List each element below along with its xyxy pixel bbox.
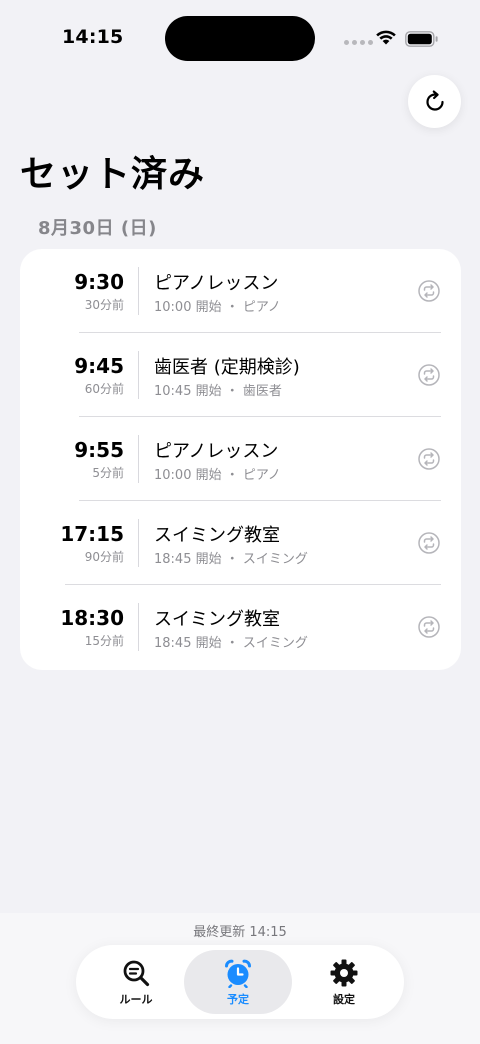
dynamic-island <box>165 16 315 61</box>
page-title: セット済み <box>20 154 206 195</box>
event-meta: 10:45 開始 ・ 歯医者 <box>154 384 282 399</box>
alarm-time: 9:55 <box>74 438 124 462</box>
repeat-icon[interactable] <box>418 616 440 638</box>
alarm-row[interactable]: 17:15 90分前 スイミング教室 18:45 開始 ・ スイミング <box>20 501 461 585</box>
alarm-row[interactable]: 9:45 60分前 歯医者 (定期検診) 10:45 開始 ・ 歯医者 <box>20 333 461 417</box>
refresh-icon <box>425 90 444 111</box>
alarm-row[interactable]: 9:55 5分前 ピアノレッスン 10:00 開始 ・ ピアノ <box>20 417 461 501</box>
tab-bar: ルール 予定 設定 <box>76 945 404 1019</box>
event-title: スイミング教室 <box>154 525 280 546</box>
search-list-icon <box>123 960 150 986</box>
tab-label: 予定 <box>227 992 249 1006</box>
row-separator <box>138 603 139 651</box>
alarm-time: 17:15 <box>60 522 124 546</box>
tab-label: ルール <box>119 992 153 1006</box>
tab-label: 設定 <box>333 992 355 1006</box>
wifi-icon <box>376 30 396 45</box>
row-separator <box>138 435 139 483</box>
alarm-time: 18:30 <box>60 606 124 630</box>
repeat-icon[interactable] <box>418 364 440 386</box>
event-meta: 10:00 開始 ・ ピアノ <box>154 468 281 483</box>
alarm-offset: 5分前 <box>92 466 124 480</box>
alarm-time: 9:30 <box>74 270 124 294</box>
event-title: ピアノレッスン <box>154 273 279 294</box>
alarm-row[interactable]: 9:30 30分前 ピアノレッスン 10:00 開始 ・ ピアノ <box>20 249 461 333</box>
alarm-time: 9:45 <box>74 354 124 378</box>
battery-icon <box>405 31 438 47</box>
event-title: ピアノレッスン <box>154 441 279 462</box>
repeat-icon[interactable] <box>418 448 440 470</box>
status-time: 14:15 <box>62 26 124 48</box>
row-separator <box>138 351 139 399</box>
last-updated: 最終更新 14:15 <box>193 925 287 940</box>
app-screen: 14:15 セット済み 8月30日 (日) 9:30 30分前 ピアノレッスン … <box>0 0 480 1044</box>
alarm-offset: 30分前 <box>84 298 124 312</box>
tab-settings[interactable]: 設定 <box>290 950 398 1014</box>
date-header: 8月30日 (日) <box>38 218 157 239</box>
alarm-offset: 60分前 <box>84 382 124 396</box>
repeat-icon[interactable] <box>418 280 440 302</box>
alarm-offset: 15分前 <box>84 634 124 648</box>
row-separator <box>138 267 139 315</box>
event-title: 歯医者 (定期検診) <box>154 357 300 378</box>
event-meta: 18:45 開始 ・ スイミング <box>154 636 308 651</box>
cellular-signal-icon <box>344 40 373 45</box>
row-separator <box>138 519 139 567</box>
tab-schedule[interactable]: 予定 <box>184 950 292 1014</box>
event-title: スイミング教室 <box>154 609 280 630</box>
alarm-offset: 90分前 <box>84 550 124 564</box>
event-meta: 10:00 開始 ・ ピアノ <box>154 300 281 315</box>
event-meta: 18:45 開始 ・ スイミング <box>154 552 308 567</box>
alarm-list: 9:30 30分前 ピアノレッスン 10:00 開始 ・ ピアノ 9:45 60… <box>20 249 461 670</box>
refresh-button[interactable] <box>408 75 461 128</box>
repeat-icon[interactable] <box>418 532 440 554</box>
tab-rules[interactable]: ルール <box>82 950 190 1014</box>
alarm-clock-icon <box>225 959 251 988</box>
gear-icon <box>330 959 358 986</box>
alarm-row[interactable]: 18:30 15分前 スイミング教室 18:45 開始 ・ スイミング <box>20 585 461 669</box>
